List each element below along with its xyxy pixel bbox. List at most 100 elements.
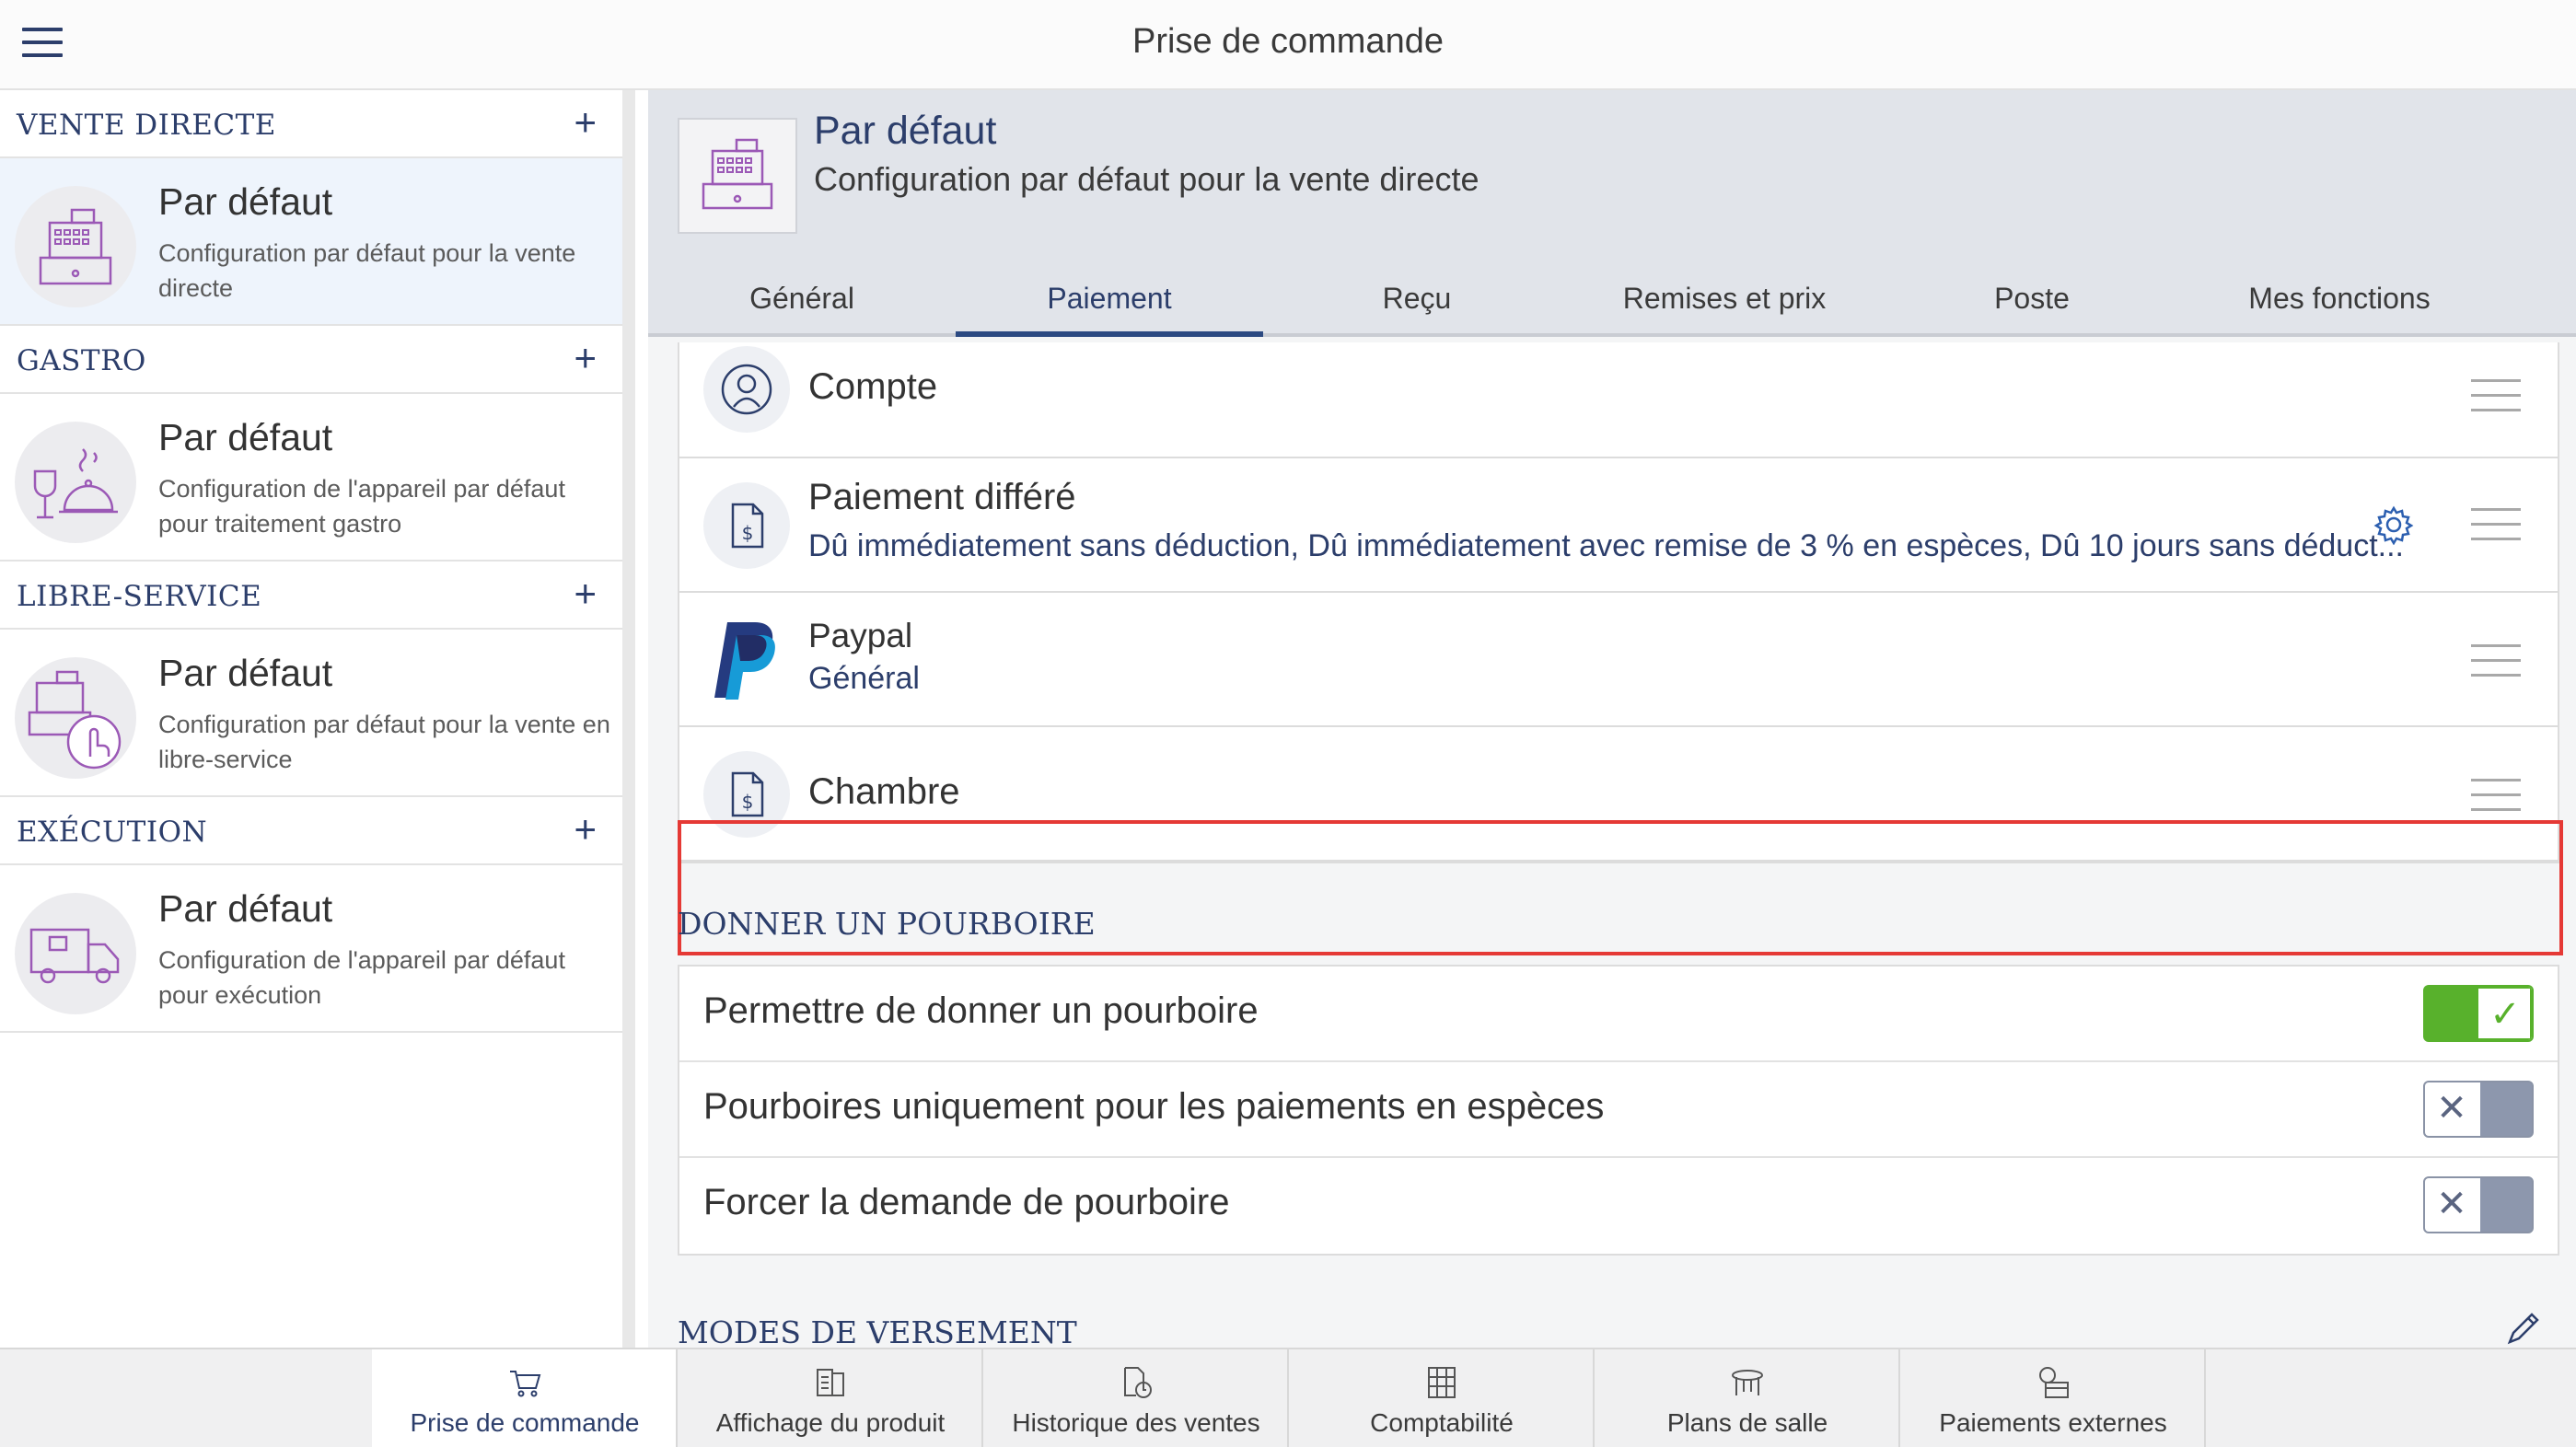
tab-poste[interactable]: Poste xyxy=(1878,256,2186,337)
tab-recu[interactable]: Reçu xyxy=(1263,256,1571,337)
nav-label: Prise de commande xyxy=(410,1408,640,1437)
payment-subtitle: Général xyxy=(808,661,920,696)
drag-handle-icon[interactable] xyxy=(2471,379,2521,412)
section-header-gastro: GASTRO + xyxy=(0,326,622,394)
nav-comptabilite[interactable]: Comptabilité xyxy=(1289,1349,1595,1447)
section-header-execution: EXÉCUTION + xyxy=(0,797,622,865)
nav-paiements-externes[interactable]: Paiements externes xyxy=(1900,1349,2206,1447)
nav-label: Plans de salle xyxy=(1666,1408,1828,1437)
section-title: VENTE DIRECTE xyxy=(17,109,276,142)
add-icon[interactable]: + xyxy=(574,810,597,849)
tip-label: Pourboires uniquement pour les paiements… xyxy=(703,1086,1605,1127)
nav-plans-de-salle[interactable]: Plans de salle xyxy=(1595,1349,1900,1447)
payment-methods-list: Compte $ Paiement différé Dû immédiateme… xyxy=(678,342,2559,863)
config-description: Configuration de l'appareil par défaut p… xyxy=(158,475,565,538)
tip-label: Permettre de donner un pourboire xyxy=(703,990,1259,1031)
tab-general[interactable]: Général xyxy=(648,256,956,337)
config-description: Configuration par défaut pour la vente d… xyxy=(158,239,576,302)
toggle-knob: ✕ xyxy=(2425,1082,2480,1136)
cash-only-tip-toggle[interactable]: ✕ xyxy=(2423,1081,2534,1138)
invoice-dollar-icon: $ xyxy=(703,482,790,569)
config-item-gastro[interactable]: Par défaut Configuration de l'appareil p… xyxy=(0,394,622,561)
paypal-logo-icon xyxy=(707,617,790,703)
config-title: Par défaut xyxy=(158,416,333,458)
bottom-navigation: Prise de commande Affichage du produit H… xyxy=(0,1348,2576,1447)
tab-paiement[interactable]: Paiement xyxy=(956,256,1263,337)
tab-bar: Général Paiement Reçu Remises et prix Po… xyxy=(648,256,2576,337)
table-icon xyxy=(1732,1370,1763,1395)
tip-row-allow: Permettre de donner un pourboire ✓ xyxy=(679,967,2558,1062)
toggle-knob: ✓ xyxy=(2477,987,2532,1040)
accounting-icon xyxy=(1428,1367,1456,1398)
config-description: Configuration de l'appareil par défaut p… xyxy=(158,946,565,1009)
nav-spacer xyxy=(0,1349,372,1447)
payment-title: Chambre xyxy=(808,771,960,812)
top-bar: Prise de commande xyxy=(0,0,2576,90)
modes-section-title: MODES DE VERSEMENT xyxy=(678,1314,1077,1348)
cash-register-icon xyxy=(15,186,136,307)
detail-title: Par défaut xyxy=(814,109,997,153)
nav-label: Comptabilité xyxy=(1370,1408,1514,1437)
detail-subtitle: Configuration par défaut pour la vente d… xyxy=(814,160,1479,198)
product-display-icon xyxy=(817,1369,844,1396)
force-tip-toggle[interactable]: ✕ xyxy=(2423,1176,2534,1233)
close-icon: ✕ xyxy=(2436,1088,2467,1129)
config-title: Par défaut xyxy=(158,887,333,930)
cart-icon xyxy=(510,1371,541,1397)
tip-label: Forcer la demande de pourboire xyxy=(703,1182,1230,1222)
drag-handle-icon[interactable] xyxy=(2471,644,2521,677)
wine-glass-cloche-icon xyxy=(15,422,136,543)
user-account-icon xyxy=(703,346,790,433)
nav-label: Historique des ventes xyxy=(1012,1408,1260,1437)
check-icon: ✓ xyxy=(2489,994,2521,1035)
tip-row-force: Forcer la demande de pourboire ✕ xyxy=(679,1158,2558,1254)
toggle-knob: ✕ xyxy=(2425,1178,2480,1232)
payment-row-paypal[interactable]: Paypal Général xyxy=(679,593,2558,727)
config-description: Configuration par défaut pour la vente e… xyxy=(158,711,610,773)
app-title: Prise de commande xyxy=(1132,22,1444,61)
add-icon[interactable]: + xyxy=(574,574,597,613)
section-title: LIBRE-SERVICE xyxy=(17,580,262,613)
drag-handle-icon[interactable] xyxy=(2471,508,2521,541)
payment-row-paiement-differe[interactable]: $ Paiement différé Dû immédiatement sans… xyxy=(679,458,2558,593)
edit-pencil-icon[interactable] xyxy=(2502,1311,2543,1348)
nav-affichage-du-produit[interactable]: Affichage du produit xyxy=(678,1349,983,1447)
tab-mes-fonctions[interactable]: Mes fonctions xyxy=(2186,256,2493,337)
svg-text:$: $ xyxy=(742,791,754,813)
nav-label: Affichage du produit xyxy=(715,1408,946,1437)
sidebar: VENTE DIRECTE + Par défaut Configuration… xyxy=(0,90,635,1348)
config-title: Par défaut xyxy=(158,180,333,223)
tips-section-title: DONNER UN POURBOIRE xyxy=(678,906,1096,942)
self-service-register-icon xyxy=(15,657,136,779)
config-item-vente-directe[interactable]: Par défaut Configuration par défaut pour… xyxy=(0,158,622,326)
nav-prise-de-commande[interactable]: Prise de commande xyxy=(372,1349,678,1447)
nav-label: Paiements externes xyxy=(1939,1408,2167,1437)
config-title: Par défaut xyxy=(158,652,333,694)
tab-remises-et-prix[interactable]: Remises et prix xyxy=(1571,256,1878,337)
detail-header: Par défaut Configuration par défaut pour… xyxy=(648,90,2576,256)
allow-tip-toggle[interactable]: ✓ xyxy=(2423,985,2534,1042)
payment-title: Paypal xyxy=(808,617,913,654)
add-icon[interactable]: + xyxy=(574,339,597,377)
main-panel: Par défaut Configuration par défaut pour… xyxy=(648,90,2576,1348)
payment-subtitle: Dû immédiatement sans déduction, Dû immé… xyxy=(808,528,2404,563)
config-item-execution[interactable]: Par défaut Configuration de l'appareil p… xyxy=(0,865,622,1033)
sales-history-icon xyxy=(1124,1367,1152,1398)
add-icon[interactable]: + xyxy=(574,103,597,142)
payment-title: Paiement différé xyxy=(808,477,1076,517)
section-header-vente-directe: VENTE DIRECTE + xyxy=(0,90,622,158)
section-title: GASTRO xyxy=(17,344,146,377)
tip-row-cash-only: Pourboires uniquement pour les paiements… xyxy=(679,1062,2558,1158)
config-item-libre-service[interactable]: Par défaut Configuration par défaut pour… xyxy=(0,630,622,797)
payment-row-compte[interactable]: Compte xyxy=(679,342,2558,458)
svg-text:$: $ xyxy=(742,522,754,544)
tips-settings: Permettre de donner un pourboire ✓ Pourb… xyxy=(678,965,2559,1256)
external-payment-icon xyxy=(2039,1367,2069,1398)
drag-handle-icon[interactable] xyxy=(2471,779,2521,812)
nav-historique-des-ventes[interactable]: Historique des ventes xyxy=(983,1349,1289,1447)
gear-icon[interactable] xyxy=(2373,504,2414,546)
cash-register-icon xyxy=(678,118,797,234)
nav-spacer xyxy=(2206,1349,2576,1447)
section-title: EXÉCUTION xyxy=(17,816,208,849)
section-header-libre-service: LIBRE-SERVICE + xyxy=(0,561,622,630)
